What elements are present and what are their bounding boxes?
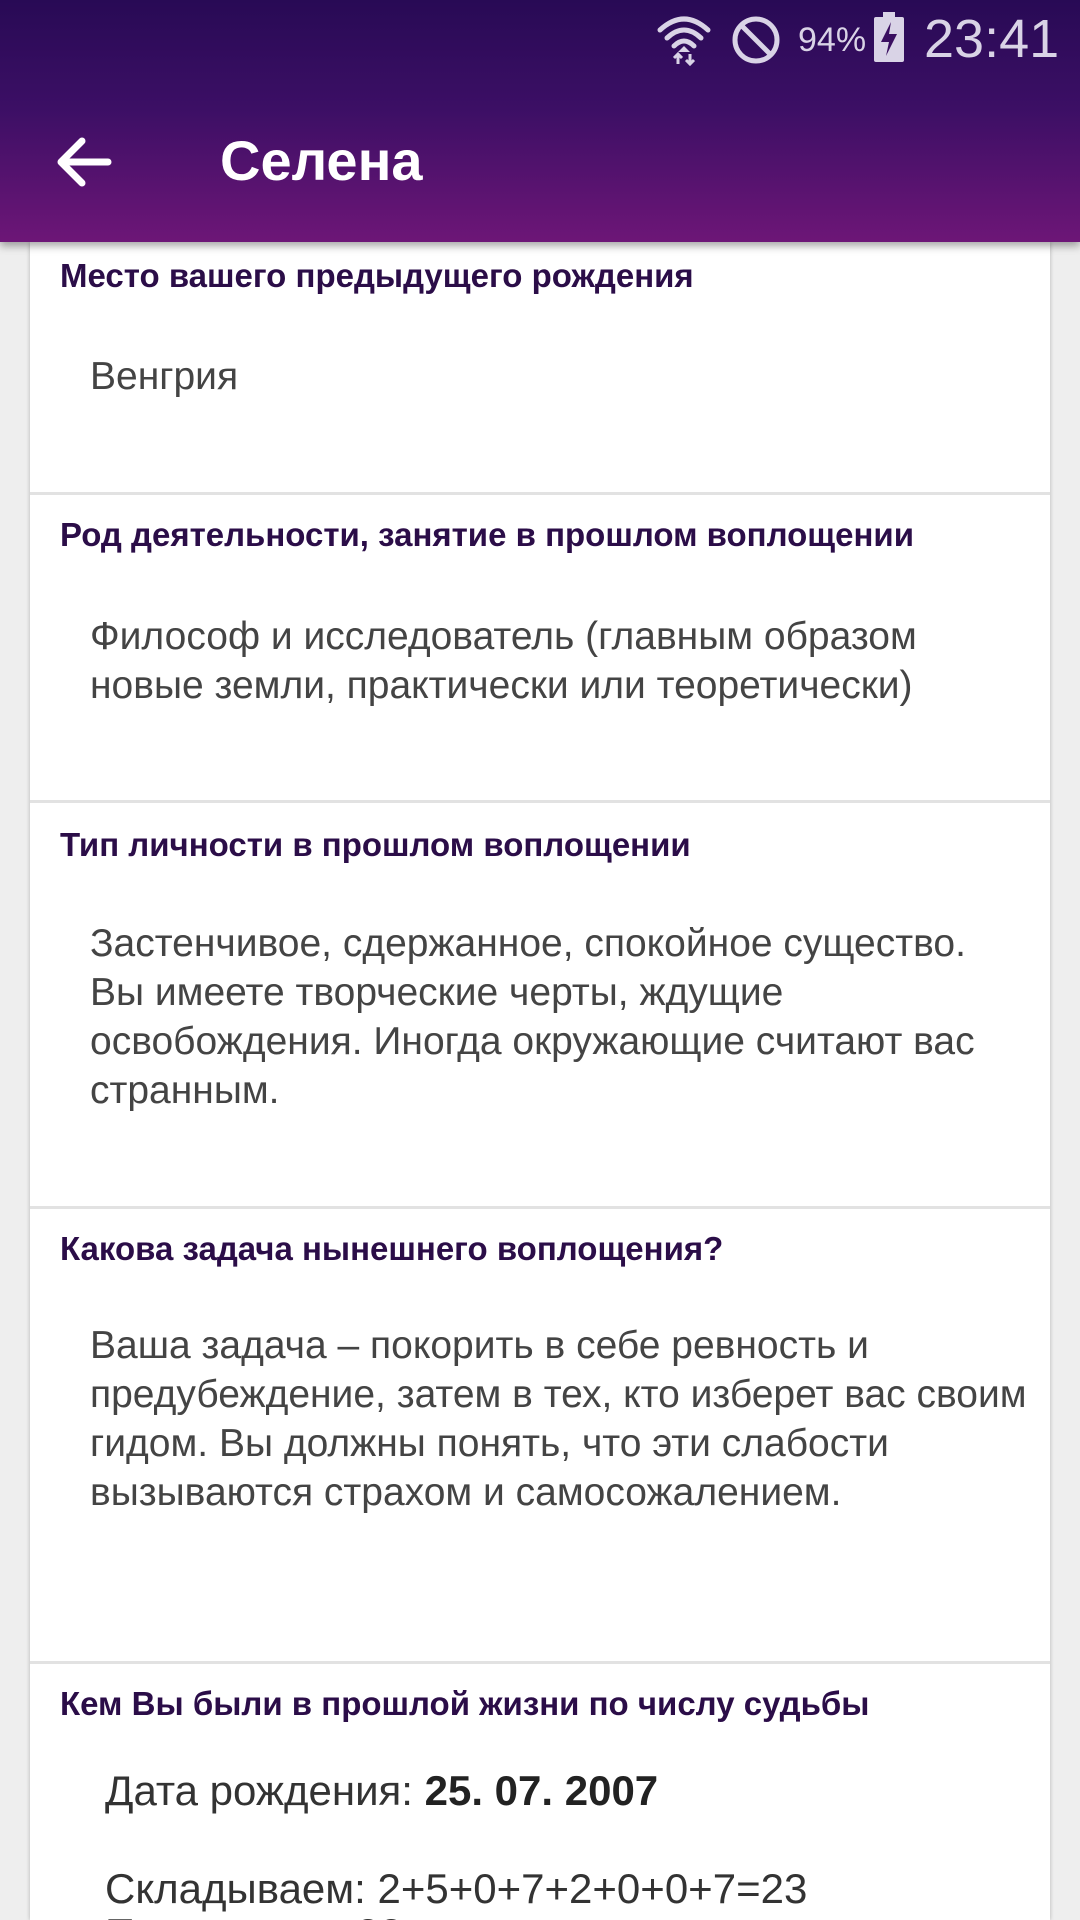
- section-title: Место вашего предыдущего рождения: [60, 257, 694, 294]
- section-previous-birthplace: Место вашего предыдущего рождения Венгри…: [30, 242, 1050, 495]
- birth-date-line: Дата рождения: 25. 07. 2007: [105, 1766, 658, 1816]
- sum-line: Складываем: 2+5+0+7+2+0+0+7=23: [105, 1865, 808, 1912]
- clock: 23:41: [924, 9, 1060, 69]
- status-bar: 94% 23:41: [0, 0, 1080, 78]
- section-occupation: Род деятельности, занятие в прошлом вопл…: [30, 495, 1050, 803]
- section-body: Философ и исследователь (главным образом…: [90, 615, 917, 707]
- section-title: Род деятельности, занятие в прошлом вопл…: [60, 516, 914, 553]
- battery-charging-icon: [874, 12, 904, 62]
- section-destiny-number: Кем Вы были в прошлой жизни по числу суд…: [30, 1664, 1050, 1920]
- section-title: Какова задача нынешнего воплощения?: [60, 1230, 724, 1267]
- do-not-disturb-icon: [732, 16, 780, 64]
- section-title: Тип личности в прошлом воплощении: [60, 826, 691, 863]
- section-body: Застенчивое, сдержанное, спокойное сущес…: [90, 922, 975, 1112]
- header: 94% 23:41 Селена: [0, 0, 1080, 242]
- section-body: Ваша задача – покорить в себе ревность и…: [90, 1324, 1027, 1514]
- content-card: Место вашего предыдущего рождения Венгри…: [30, 242, 1050, 1920]
- birth-date-label: Дата рождения:: [105, 1767, 425, 1814]
- wifi-icon: [657, 16, 711, 66]
- battery-percent: 94%: [798, 21, 867, 59]
- section-body: Венгрия: [90, 355, 239, 398]
- app-bar: Селена: [0, 100, 1080, 220]
- section-title: Кем Вы были в прошлой жизни по числу суд…: [60, 1685, 870, 1722]
- birth-date-value: 25. 07. 2007: [424, 1767, 659, 1814]
- screen: 94% 23:41 Селена Место вашего предыдущег…: [0, 0, 1080, 1920]
- section-current-task: Какова задача нынешнего воплощения? Ваша…: [30, 1209, 1050, 1664]
- result-line-partial: Получается: 23: [105, 1909, 403, 1920]
- section-personality-type: Тип личности в прошлом воплощении Застен…: [30, 803, 1050, 1209]
- app-title: Селена: [220, 129, 423, 192]
- back-button[interactable]: [52, 130, 116, 194]
